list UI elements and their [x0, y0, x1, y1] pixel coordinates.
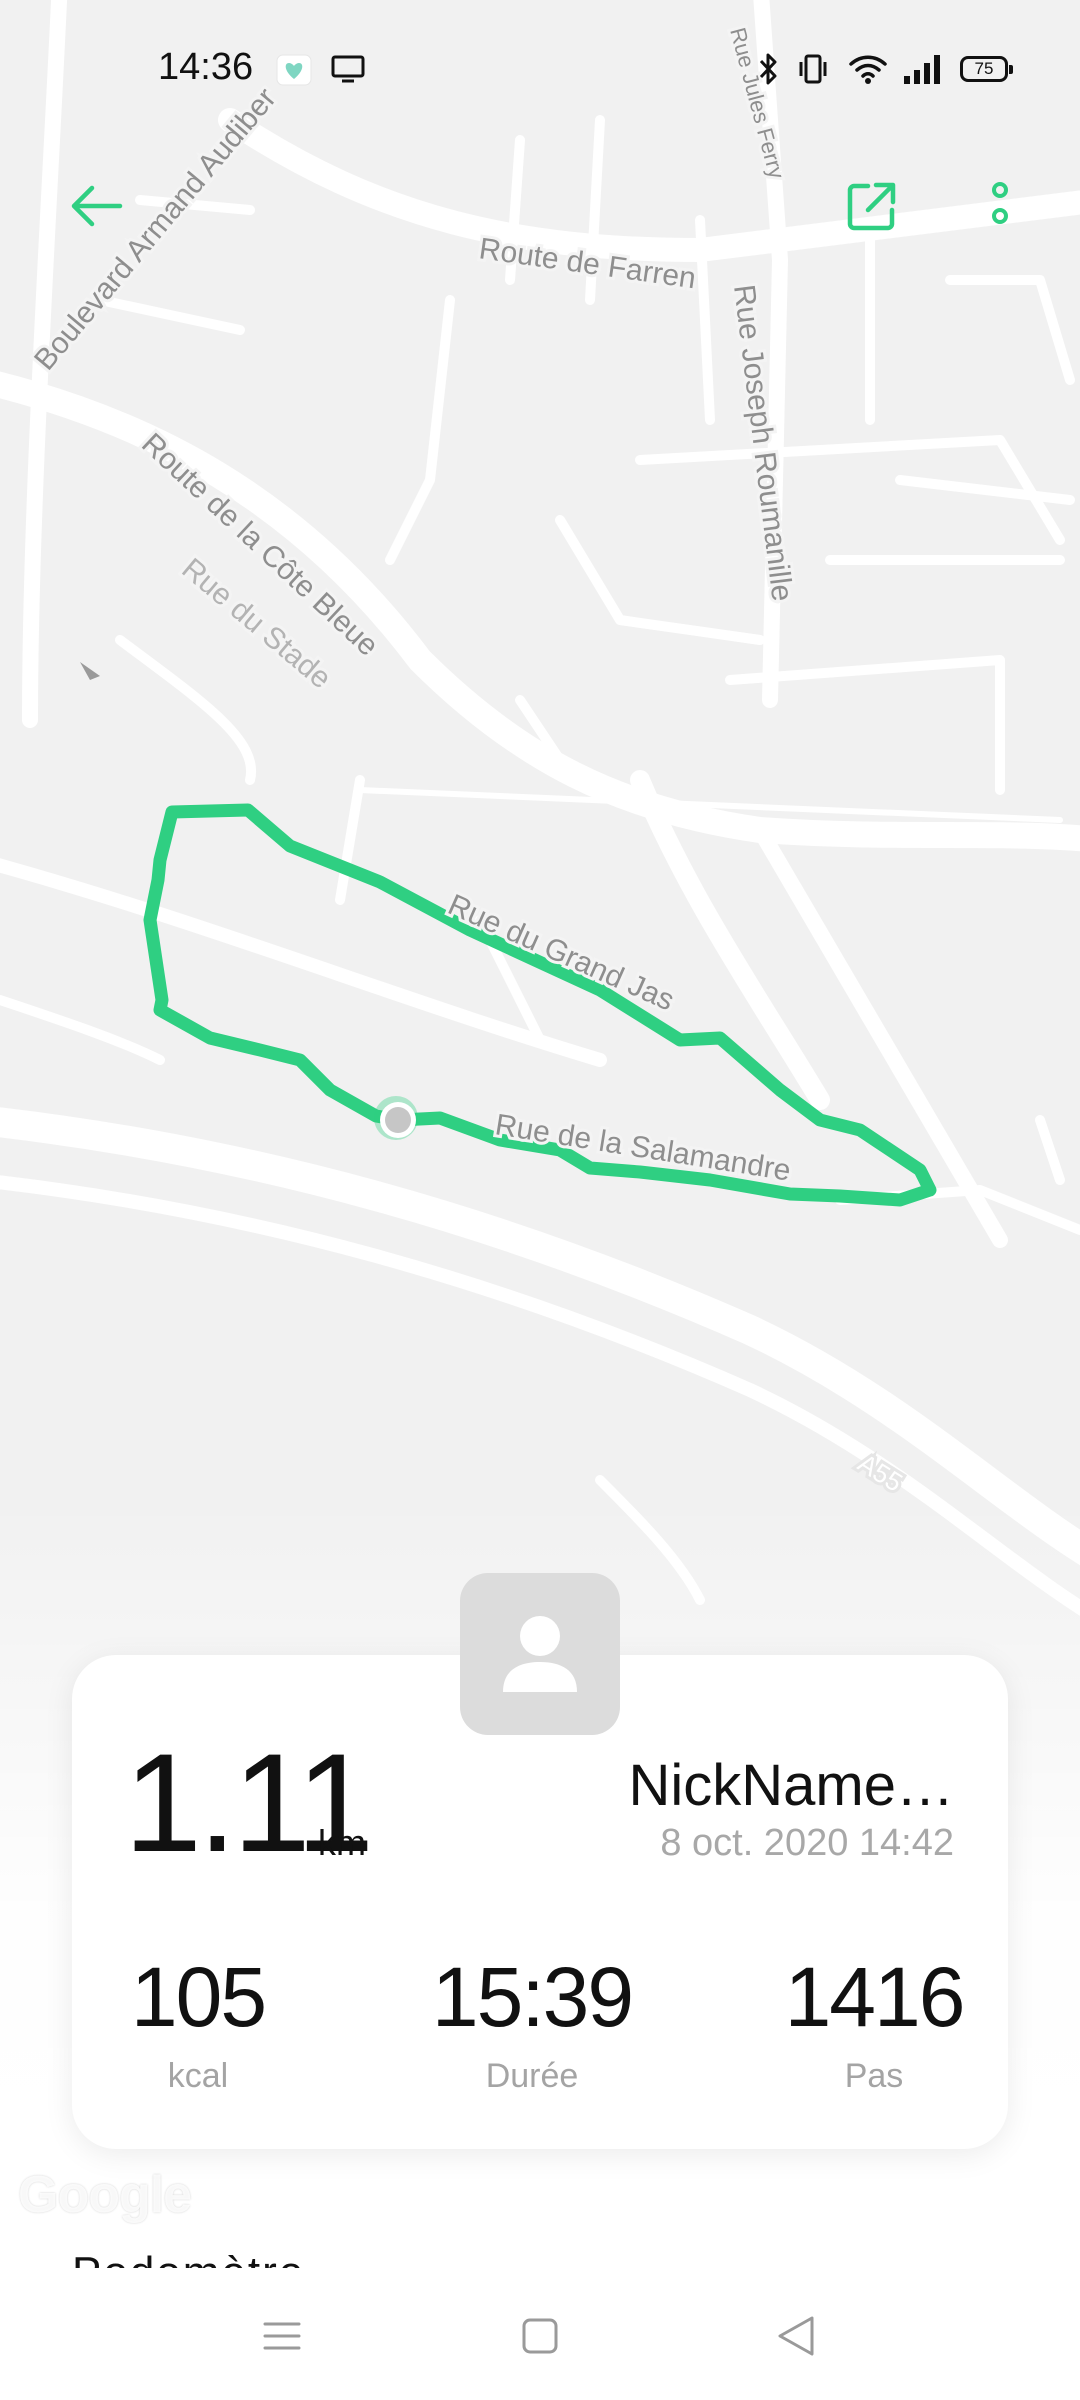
screen-cast-icon [331, 55, 365, 83]
stat-calories: 105 kcal [68, 1955, 328, 2096]
menu-button[interactable] [242, 2296, 322, 2376]
stat-value: 15:39 [431, 1950, 634, 2044]
distance-unit: km [318, 1822, 366, 1863]
more-options-button[interactable] [960, 166, 1040, 246]
back-button[interactable] [56, 166, 136, 246]
stat-steps: 1416 Pas [744, 1955, 1004, 2096]
signal-icon [904, 55, 940, 84]
status-time: 14:36 [158, 46, 254, 88]
status-bar: 14:36 75 [0, 0, 1080, 140]
system-navigation-bar [0, 2268, 1080, 2400]
stat-label: kcal [167, 2057, 229, 2095]
home-button[interactable] [500, 2296, 580, 2376]
battery-icon: 75 [960, 56, 1013, 82]
home-square-icon [522, 2318, 558, 2354]
share-button[interactable] [832, 166, 912, 246]
bluetooth-icon [759, 53, 777, 85]
avatar[interactable] [460, 1573, 620, 1735]
activity-datetime: 8 oct. 2020 14:42 [660, 1822, 954, 1864]
stat-duration: 15:39 Durée [402, 1955, 662, 2096]
health-app-icon [276, 54, 312, 86]
stat-label: Pas [844, 2057, 904, 2095]
google-attribution: Google [18, 2166, 192, 2224]
stat-value: 1416 [784, 1950, 966, 2044]
wifi-icon [849, 55, 887, 84]
system-back-button[interactable] [756, 2296, 836, 2376]
more-vertical-icon [992, 182, 1008, 224]
person-icon [503, 1616, 577, 1692]
menu-icon [263, 2322, 301, 2350]
back-triangle-icon [778, 2316, 814, 2356]
arrow-left-icon [71, 185, 123, 227]
user-nickname: NickName… [628, 1753, 955, 1818]
vibrate-icon [799, 54, 827, 84]
stat-label: Durée [485, 2057, 579, 2095]
stat-value: 105 [130, 1950, 267, 2044]
share-external-icon [847, 182, 896, 231]
